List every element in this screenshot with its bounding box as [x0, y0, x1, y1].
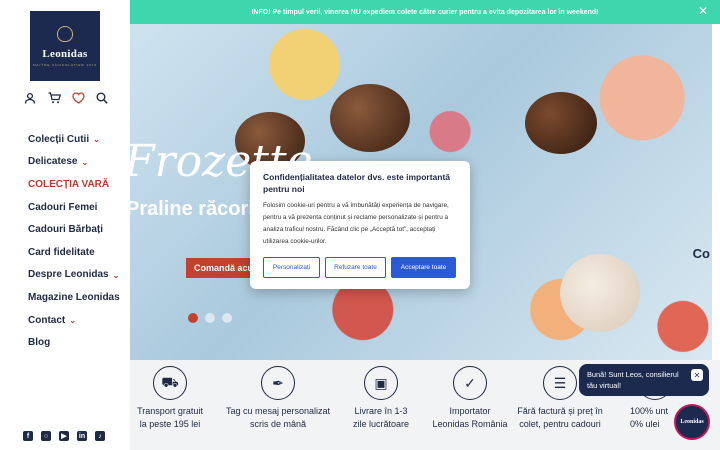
slider-dot[interactable]: [222, 313, 232, 323]
nav-item-card-fidelitate[interactable]: Card fidelitate: [28, 241, 120, 264]
nav-item-delicatese[interactable]: Delicatese ⌄: [28, 151, 120, 174]
hero-image-praline: [525, 92, 597, 154]
close-icon[interactable]: ✕: [691, 369, 703, 381]
chevron-down-icon: ⌄: [69, 316, 76, 326]
sidebar: Leonidas MAITRE CHOCOLATIER 1913 Colecți…: [0, 0, 130, 450]
nav-item-contact[interactable]: Contact ⌄: [28, 309, 120, 332]
next-slide-peek: Co: [692, 246, 710, 261]
slider-dot[interactable]: [188, 313, 198, 323]
hero-image-praline: [560, 254, 640, 332]
nav-item-colectii-cutii[interactable]: Colecții Cutii ⌄: [28, 128, 120, 151]
cart-icon[interactable]: [47, 91, 61, 105]
box-icon: ▣: [364, 366, 398, 400]
chat-avatar-button[interactable]: Leonidas: [674, 404, 710, 440]
header-icons: [23, 91, 109, 105]
instagram-icon[interactable]: ○: [41, 431, 51, 441]
chat-avatar-label: Leonidas: [680, 419, 704, 425]
chevron-down-icon: ⌄: [93, 135, 100, 145]
nav-item-magazine-leonidas[interactable]: Magazine Leonidas: [28, 286, 120, 309]
logo-emblem-icon: [57, 25, 73, 42]
receipt-icon: ☰: [543, 366, 577, 400]
social-links: f ○ ▶ in ♪: [23, 431, 105, 441]
announcement-bar: INFO! Pe timpul verii, vinerea NU expedi…: [130, 0, 720, 24]
chat-message: Bună! Sunt Leos, consilierul tău virtual…: [587, 370, 679, 390]
feature-item: ▣ Livrare în 1-3 zile lucrătoare: [331, 366, 431, 431]
truck-icon: ⛟: [153, 366, 187, 400]
facebook-icon[interactable]: f: [23, 431, 33, 441]
cookie-body: Folosim cookie-uri pentru a vă îmbunătăț…: [263, 202, 449, 245]
user-icon[interactable]: [23, 91, 37, 105]
chevron-down-icon: ⌄: [81, 157, 89, 167]
reject-all-button[interactable]: Refuzare toate: [325, 257, 386, 278]
accept-all-button[interactable]: Acceptare toate: [391, 257, 456, 278]
feature-item: ✒ Tag cu mesaj personalizat scris de mân…: [226, 366, 330, 431]
nav-item-cadouri-femei[interactable]: Cadouri Femei: [28, 196, 120, 219]
heart-icon[interactable]: [71, 91, 85, 105]
search-icon[interactable]: [95, 91, 109, 105]
chevron-down-icon: ⌄: [112, 270, 120, 280]
brand-name: Leonidas: [42, 47, 88, 60]
feature-item: ✓ Importator Leonidas România: [420, 366, 520, 431]
close-icon[interactable]: ✕: [698, 5, 708, 17]
brand-logo[interactable]: Leonidas MAITRE CHOCOLATIER 1913: [30, 11, 100, 81]
slider-dot[interactable]: [205, 313, 215, 323]
nav-item-despre-leonidas[interactable]: Despre Leonidas ⌄: [28, 264, 120, 287]
announcement-text: INFO! Pe timpul verii, vinerea NU expedi…: [251, 8, 599, 16]
cookie-consent-dialog: Confidențialitatea datelor dvs. este imp…: [250, 161, 470, 289]
youtube-icon[interactable]: ▶: [59, 431, 69, 441]
badge-icon: ✓: [453, 366, 487, 400]
pen-icon: ✒: [261, 366, 295, 400]
linkedin-icon[interactable]: in: [77, 431, 87, 441]
chat-message-bubble[interactable]: Bună! Sunt Leos, consilierul tău virtual…: [579, 364, 709, 396]
main-nav: Colecții Cutii ⌄ Delicatese ⌄ COLECȚIA VAR…: [28, 128, 120, 354]
nav-item-cadouri-barbati[interactable]: Cadouri Bărbați: [28, 218, 120, 241]
customize-button[interactable]: Personalizați: [263, 257, 320, 278]
brand-tagline: MAITRE CHOCOLATIER 1913: [32, 62, 98, 67]
cookie-buttons: Personalizați Refuzare toate Acceptare t…: [263, 257, 456, 278]
slider-pagination: [188, 313, 232, 323]
feature-item: ⛟ Transport gratuit la peste 195 lei: [120, 366, 220, 431]
nav-item-blog[interactable]: Blog: [28, 331, 120, 354]
nav-item-colectia-vara[interactable]: COLECȚIA VARĂ: [28, 173, 120, 196]
cookie-title: Confidențialitatea datelor dvs. este imp…: [263, 172, 451, 194]
hero-image-praline: [330, 84, 410, 152]
tiktok-icon[interactable]: ♪: [95, 431, 105, 441]
